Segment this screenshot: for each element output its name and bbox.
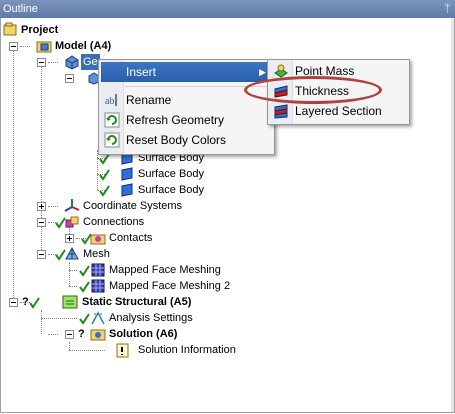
tree-line [69, 270, 77, 271]
tree-label: Surface Body [138, 184, 205, 196]
tree-label: Project [21, 24, 59, 36]
tree-line [69, 262, 70, 286]
menu-item-label: Reset Body Colors [126, 133, 227, 147]
expand-toggle[interactable] [65, 234, 74, 243]
reset-colors-icon [104, 132, 120, 148]
tree-node-connections[interactable]: Connections [55, 214, 184, 230]
tree-line [41, 310, 42, 334]
tree-node-project[interactable]: Project [2, 22, 122, 38]
tree-node-solution-information[interactable]: Solution Information [114, 342, 254, 358]
scroll-gutter [451, 19, 454, 412]
collapse-toggle[interactable] [37, 58, 46, 67]
coordinate-system-icon [64, 198, 80, 214]
solution-icon [90, 326, 106, 342]
tree-label: Mapped Face Meshing 2 [109, 280, 231, 292]
tree-label: Mesh [83, 248, 110, 260]
mapped-mesh-icon [90, 262, 106, 278]
model-icon [36, 38, 52, 54]
menu-item-label: Refresh Geometry [126, 113, 225, 127]
tree-node-surface-body[interactable]: Surface Body [99, 182, 226, 198]
contacts-icon [90, 230, 106, 246]
tree-label: Connections [83, 216, 145, 228]
project-icon [2, 22, 18, 38]
tree-label: Solution Information [138, 344, 236, 356]
tree-line [69, 350, 105, 351]
menu-item-refresh-geometry[interactable]: Refresh Geometry [101, 110, 272, 130]
tree-node-surface-body[interactable]: Surface Body [99, 166, 226, 182]
tree-node-contacts[interactable]: Contacts [81, 230, 190, 246]
menu-item-reset-body-colors[interactable]: Reset Body Colors [101, 130, 272, 150]
annotation-ellipse [244, 76, 382, 104]
connections-icon [64, 214, 80, 230]
tree-line [69, 286, 77, 287]
collapse-toggle[interactable] [65, 330, 74, 339]
tree-line [20, 46, 30, 47]
tree-node-mapped-face-meshing-2[interactable]: Mapped Face Meshing 2 [79, 278, 250, 294]
tree-line [69, 342, 70, 350]
collapse-toggle[interactable] [9, 42, 18, 51]
mapped-mesh-icon [90, 278, 106, 294]
tree-label: Coordinate Systems [83, 200, 183, 212]
tree-line [41, 318, 77, 319]
solution-information-icon [114, 342, 130, 358]
menu-item-label: Layered Section [295, 104, 382, 118]
tree-node-analysis-settings[interactable]: Analysis Settings [79, 310, 210, 326]
menu-item-insert[interactable]: Insert ▶ [101, 62, 272, 82]
check-icon [28, 294, 44, 310]
analysis-settings-icon [90, 310, 106, 326]
pin-icon[interactable]: ᛘ [444, 0, 451, 18]
tree-node-coordinate-systems[interactable]: Coordinate Systems [64, 198, 214, 214]
tree-node-mapped-face-meshing[interactable]: Mapped Face Meshing [79, 262, 240, 278]
static-structural-icon [62, 294, 78, 310]
tree-line [48, 334, 58, 335]
rename-icon: ab [104, 92, 120, 108]
layered-section-icon [273, 103, 289, 119]
tree-label: Analysis Settings [109, 312, 193, 324]
collapse-toggle[interactable] [9, 298, 18, 307]
mesh-icon [64, 246, 80, 262]
menu-item-layered-section[interactable]: Layered Section [270, 101, 407, 121]
tree-node-mesh[interactable]: Mesh [55, 246, 144, 262]
tree-label: Mapped Face Meshing [109, 264, 221, 276]
context-menu: Insert ▶ ab Rename Refresh Geometry Rese… [98, 59, 275, 155]
tree-node-model[interactable]: Model (A4) [36, 38, 176, 54]
svg-text:ab: ab [105, 96, 114, 107]
tree-node-static-structural[interactable]: ? Static Structural (A5) [22, 294, 226, 310]
geometry-icon [64, 54, 80, 70]
surface-body-icon [119, 182, 135, 198]
tree-label: Surface Body [138, 168, 205, 180]
tree-node-solution[interactable]: ? Solution (A6) [78, 326, 220, 342]
tree-label: Solution (A6) [109, 328, 178, 340]
tree-label: Static Structural (A5) [82, 296, 192, 308]
surface-body-icon [119, 166, 135, 182]
collapse-toggle[interactable] [65, 74, 74, 83]
expand-toggle[interactable] [37, 202, 46, 211]
check-icon [98, 166, 114, 182]
tree-line [13, 42, 14, 302]
panel-title: Outline [3, 3, 38, 15]
collapse-toggle[interactable] [37, 218, 46, 227]
tree-label: Model (A4) [55, 40, 112, 52]
tree-label: Ge [81, 54, 100, 70]
menu-item-label: Rename [126, 93, 172, 107]
check-icon [98, 182, 114, 198]
menu-item-label: Insert [126, 65, 157, 79]
collapse-toggle[interactable] [37, 250, 46, 259]
refresh-icon [104, 112, 120, 128]
tree-line [48, 62, 58, 63]
tree-label: Contacts [109, 232, 153, 244]
tree-line [48, 206, 58, 207]
outline-panel-header: Outline ᛘ [0, 0, 455, 18]
